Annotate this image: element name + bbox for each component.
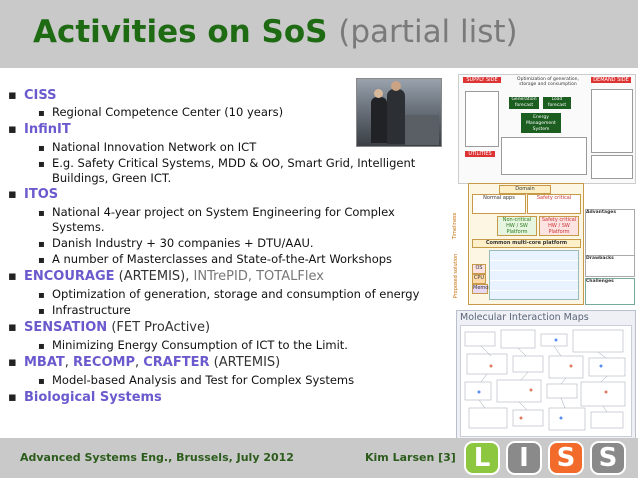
bullet-biological: ▪ Biological Systems xyxy=(8,390,162,405)
supply-icons xyxy=(465,91,499,147)
bullet-infinit: ▪ InfinIT xyxy=(8,122,71,137)
drawbacks-box: Drawbacks xyxy=(585,255,635,277)
multicore-panel: Domain Normal apps Safety critical Non-c… xyxy=(468,183,584,305)
generation-forecast: Generation forecast xyxy=(509,97,539,109)
bullet-label: InfinIT xyxy=(24,122,71,137)
mim-title: Molecular Interaction Maps xyxy=(460,312,589,323)
logo-s-tile: S xyxy=(548,441,584,475)
footer: Advanced Systems Eng., Brussels, July 20… xyxy=(0,438,638,478)
load-forecast: Load forecast xyxy=(543,97,571,109)
mim-map-image xyxy=(460,325,632,437)
footer-author: Kim Larsen [3] xyxy=(365,451,456,464)
supply-side-label: SUPPLY SIDE xyxy=(463,77,501,83)
title-sub: (partial list) xyxy=(338,14,518,50)
center-label: Optimization of generation, storage and … xyxy=(517,77,579,87)
sub-bullet: ▪ Model-based Analysis and Test for Compl… xyxy=(38,373,355,387)
title-bar: Activities on SoS (partial list) xyxy=(0,0,638,68)
utilities-label: UTILITIES xyxy=(465,151,495,157)
bullet-sensation: ▪ SENSATION (FET ProActive) xyxy=(8,320,211,335)
sub-bullet: ▪ Minimizing Energy Consumption of ICT to… xyxy=(38,338,348,352)
sub-bullet: ▪ E.g. Safety Critical Systems, MDD & OO,… xyxy=(38,156,416,170)
slide-title: Activities on SoS (partial list) xyxy=(33,14,518,50)
sub-bullet: ▪ Optimization of generation, storage and… xyxy=(38,287,420,301)
sub-bullet-cont: Systems. xyxy=(52,220,105,234)
logo-l-tile: L xyxy=(464,441,500,475)
sub-bullet-cont: Buildings, Green ICT. xyxy=(52,171,172,185)
bullet-itos: ▪ ITOS xyxy=(8,187,59,202)
storage-box xyxy=(501,137,587,175)
bullet-encourage: ▪ ENCOURAGE (ARTEMIS), INTrePID, TOTALFle… xyxy=(8,269,324,284)
advantages-box: Advantages xyxy=(585,209,635,257)
multicore-diagram: Timeliness Proposed solution Domain Norm… xyxy=(452,183,635,306)
sub-bullet: ▪ Infrastructure xyxy=(38,303,131,317)
logo-s2-tile: S xyxy=(590,441,626,475)
sub-bullet: ▪ National 4-year project on System Engin… xyxy=(38,205,395,219)
demand-icons xyxy=(591,89,633,153)
title-main: Activities on SoS xyxy=(33,14,328,50)
molecular-interaction-maps: Molecular Interaction Maps xyxy=(456,310,636,440)
footer-event: Advanced Systems Eng., Brussels, July 20… xyxy=(20,451,294,464)
bullet-label: CISS xyxy=(24,88,57,103)
demand-side-label: DEMAND SIDE xyxy=(591,77,631,83)
logo-i-tile: I xyxy=(506,441,542,475)
grid-box xyxy=(591,155,633,179)
sub-bullet: ▪ A number of Masterclasses and State-of-… xyxy=(38,252,393,266)
bullet-mbat: ▪ MBAT, RECOMP, CRAFTER (ARTEMIS) xyxy=(8,355,281,370)
energy-diagram: SUPPLY SIDE DEMAND SIDE Optimization of … xyxy=(458,74,636,184)
ems-box: Energy Management System xyxy=(521,113,561,133)
sub-bullet: ▪ Danish Industry + 30 companies + DTU/AA… xyxy=(38,236,314,250)
challenges-box: Challenges xyxy=(585,278,635,305)
side-labels: Timeliness Proposed solution xyxy=(452,212,460,299)
bullet-ciss: ▪ CISS xyxy=(8,88,57,103)
bullet-label: ITOS xyxy=(24,187,59,202)
team-photo xyxy=(356,78,442,147)
